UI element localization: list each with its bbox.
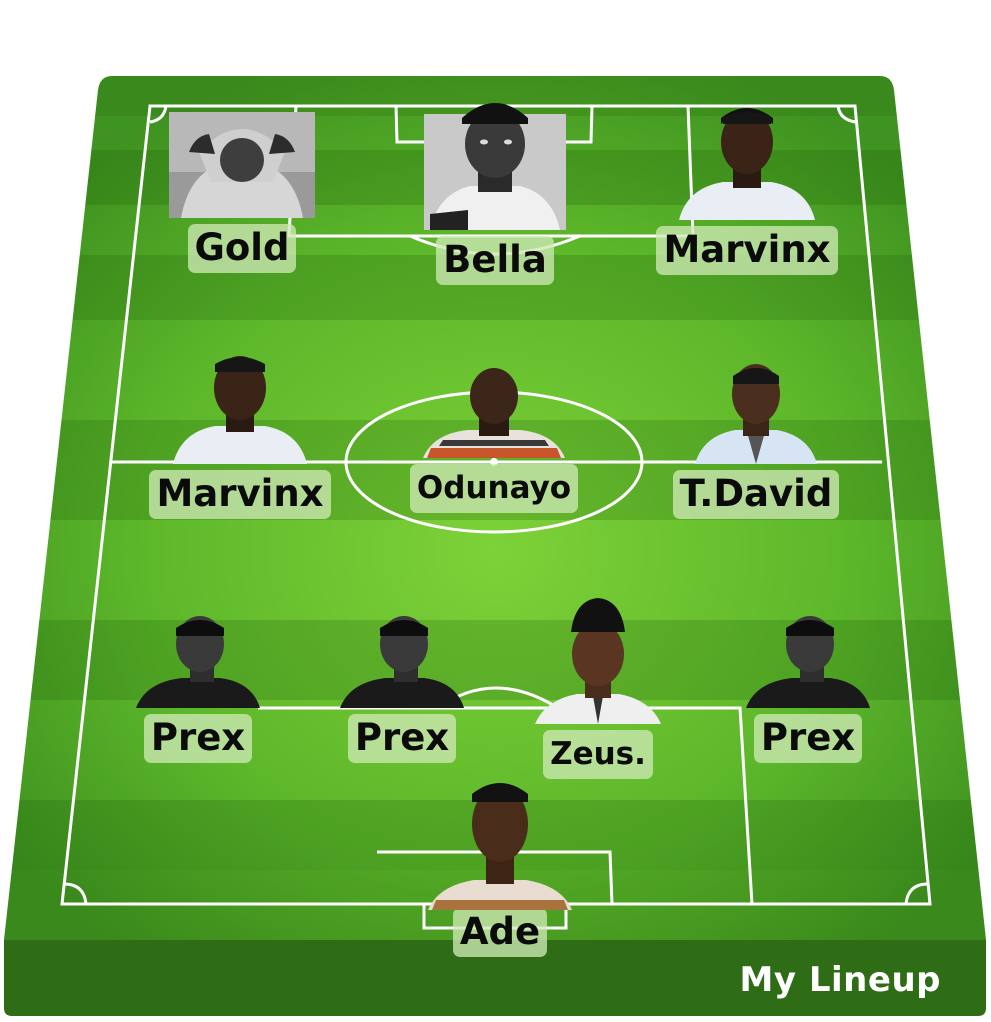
player-name: T.David bbox=[672, 470, 840, 519]
player-name: Marvinx bbox=[149, 470, 331, 519]
player-slot[interactable]: T.David bbox=[666, 358, 846, 519]
player-slot[interactable]: Bella bbox=[405, 94, 585, 285]
player-slot[interactable]: Gold bbox=[152, 112, 332, 273]
player-slot[interactable]: Zeus. bbox=[508, 596, 688, 779]
player-portrait-icon bbox=[679, 108, 815, 220]
player-portrait-icon bbox=[746, 616, 870, 708]
player-name: Prex bbox=[143, 714, 253, 763]
player-portrait-icon bbox=[428, 783, 572, 910]
player-slot[interactable]: Prex bbox=[108, 612, 288, 763]
player-portrait-icon bbox=[423, 368, 565, 458]
player-name: Prex bbox=[753, 714, 863, 763]
player-portrait-icon bbox=[169, 112, 315, 218]
player-portrait-icon bbox=[695, 364, 817, 464]
player-name: Gold bbox=[187, 224, 297, 273]
player-name: Prex bbox=[347, 714, 457, 763]
player-portrait-icon bbox=[173, 356, 307, 464]
player-slot[interactable]: Marvinx bbox=[656, 100, 838, 275]
player-name: Bella bbox=[436, 236, 554, 285]
player-name: Marvinx bbox=[656, 226, 838, 275]
player-slot[interactable]: Odunayo bbox=[404, 368, 584, 513]
player-portrait-icon bbox=[424, 103, 566, 230]
player-slot[interactable]: Prex bbox=[312, 612, 492, 763]
player-name: Ade bbox=[452, 908, 548, 957]
player-slot[interactable]: Prex bbox=[718, 612, 898, 763]
player-slot[interactable]: Marvinx bbox=[149, 346, 331, 519]
player-name: Odunayo bbox=[409, 464, 579, 513]
player-portrait-icon bbox=[535, 598, 661, 724]
lineup-title: My Lineup bbox=[739, 960, 941, 1000]
player-slot[interactable]: Ade bbox=[410, 772, 590, 957]
player-portrait-icon bbox=[136, 616, 260, 708]
player-portrait-icon bbox=[340, 616, 464, 708]
